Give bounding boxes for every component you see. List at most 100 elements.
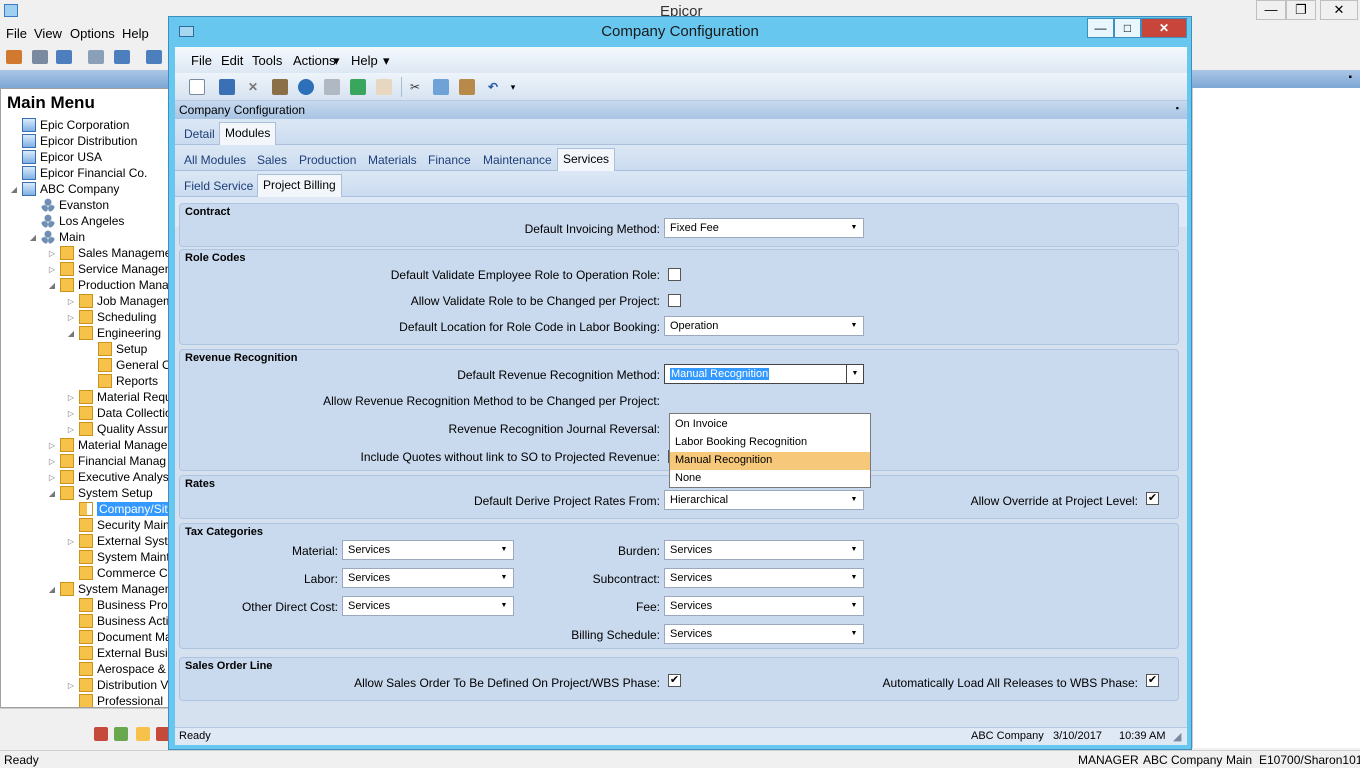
expand-arrow-icon[interactable]: ◢ — [66, 329, 76, 338]
expand-arrow-icon[interactable]: ▷ — [47, 473, 57, 482]
new-icon[interactable] — [189, 79, 205, 95]
chevron-down-icon[interactable]: ▼ — [846, 364, 864, 384]
expand-arrow-icon[interactable]: ▷ — [66, 297, 76, 306]
define-on-phase-checkbox[interactable]: ✔ — [668, 674, 681, 687]
window-icon[interactable] — [114, 50, 130, 64]
option-manual-recognition[interactable]: Manual Recognition — [670, 452, 870, 470]
pin-icon[interactable]: ▪ — [1348, 72, 1352, 83]
menu-edit[interactable]: Edit — [221, 53, 243, 68]
tax-material-select[interactable]: Services ▼ — [342, 540, 514, 560]
tax-fee-select[interactable]: Services ▼ — [664, 596, 864, 616]
expand-arrow-icon[interactable]: ▷ — [66, 393, 76, 402]
tree-item[interactable]: Epicor Financial Co. — [9, 165, 147, 181]
save-icon[interactable] — [219, 79, 235, 95]
pin-icon[interactable]: ▪ — [1176, 103, 1179, 113]
expand-arrow-icon[interactable]: ▷ — [66, 425, 76, 434]
tab-materials[interactable]: Materials — [363, 150, 422, 170]
allow-change-role-checkbox[interactable] — [668, 294, 681, 307]
tree-item[interactable]: ▷ Executive Analys — [47, 469, 169, 485]
tree-item[interactable]: ▷ Sales Manageme — [47, 245, 169, 261]
expand-arrow-icon[interactable]: ▷ — [47, 441, 57, 450]
tree-item[interactable]: ◢ Engineering — [66, 325, 161, 341]
tab-maintenance[interactable]: Maintenance — [478, 150, 557, 170]
folder-icon[interactable] — [136, 727, 150, 741]
paste-icon[interactable] — [459, 79, 475, 95]
expand-arrow-icon[interactable]: ◢ — [9, 185, 19, 194]
tab-field-service[interactable]: Field Service — [179, 176, 258, 196]
menu-file[interactable]: File — [191, 53, 212, 68]
tab-services[interactable]: Services — [557, 148, 616, 171]
expand-arrow-icon[interactable]: ▷ — [47, 457, 57, 466]
tab-detail[interactable]: Detail — [179, 124, 220, 144]
tree-item[interactable]: Los Angeles — [28, 213, 124, 229]
expand-arrow-icon[interactable]: ▷ — [66, 681, 76, 690]
tree-item[interactable]: Business Pro — [66, 597, 168, 613]
expand-arrow-icon[interactable]: ◢ — [47, 585, 57, 594]
tab-production[interactable]: Production — [294, 150, 361, 170]
tree-item[interactable]: ▷ External Syste — [66, 533, 169, 549]
chevron-down-icon[interactable]: ▼ — [495, 541, 513, 559]
maximize-icon[interactable]: □ — [1114, 18, 1141, 38]
shortcut-icon[interactable] — [94, 727, 108, 741]
copy-icon[interactable] — [433, 79, 449, 95]
expand-arrow-icon[interactable]: ◢ — [47, 489, 57, 498]
option-on-invoice[interactable]: On Invoice — [670, 416, 870, 434]
tree-item[interactable]: ▷ Service Managem — [47, 261, 169, 277]
card-icon[interactable] — [88, 50, 104, 64]
menu-tools[interactable]: Tools — [252, 53, 282, 68]
menu-actions[interactable]: Actions — [293, 53, 336, 68]
expand-arrow-icon[interactable]: ◢ — [28, 233, 38, 242]
tree-item[interactable]: Professional — [66, 693, 163, 707]
desktop-icon[interactable] — [146, 50, 162, 64]
chat-icon[interactable] — [298, 79, 314, 95]
tax-subcontract-select[interactable]: Services ▼ — [664, 568, 864, 588]
tree-item[interactable]: Epicor USA — [9, 149, 102, 165]
chevron-down-icon[interactable]: ▼ — [845, 491, 863, 509]
tax-odc-select[interactable]: Services ▼ — [342, 596, 514, 616]
cut-icon[interactable]: ✂ — [407, 79, 423, 95]
tax-billing-schedule-select[interactable]: Services ▼ — [664, 624, 864, 644]
tree-item[interactable]: External Busi — [66, 645, 168, 661]
tree-item[interactable]: Setup — [85, 341, 147, 357]
revenue-method-select[interactable]: Manual Recognition ▼ — [664, 364, 864, 384]
chevron-down-icon[interactable]: ▼ — [845, 541, 863, 559]
tree-item[interactable]: General O — [85, 357, 169, 373]
attachment-icon[interactable] — [324, 79, 340, 95]
role-location-select[interactable]: Operation ▼ — [664, 316, 864, 336]
tree-item[interactable]: Epicor Distribution — [9, 133, 137, 149]
home-icon[interactable] — [6, 50, 22, 64]
undo-icon[interactable]: ↶ — [485, 79, 501, 95]
derive-rates-select[interactable]: Hierarchical ▼ — [664, 490, 864, 510]
tree-item[interactable]: ▷ Distribution V — [66, 677, 168, 693]
expand-arrow-icon[interactable]: ▷ — [66, 537, 76, 546]
chevron-down-icon[interactable]: ▼ — [845, 569, 863, 587]
menu-view[interactable]: View — [34, 26, 62, 41]
refresh-icon[interactable] — [350, 79, 366, 95]
tree-item[interactable]: ▷ Scheduling — [66, 309, 156, 325]
validate-role-checkbox[interactable] — [668, 268, 681, 281]
allow-override-checkbox[interactable]: ✔ — [1146, 492, 1159, 505]
tree-item[interactable]: ▷ Material Manager — [47, 437, 169, 453]
tree-item[interactable]: ▷ Job Managem — [66, 293, 169, 309]
expand-arrow-icon[interactable]: ▷ — [66, 313, 76, 322]
tree-item[interactable]: ◢ Production Mana — [47, 277, 169, 293]
tree-item[interactable]: ▷ Data Collectio — [66, 405, 169, 421]
menu-options[interactable]: Options — [70, 26, 115, 41]
tab-project-billing[interactable]: Project Billing — [257, 174, 342, 197]
chevron-down-icon[interactable]: ▼ — [845, 597, 863, 615]
tree-item[interactable]: Commerce Co — [66, 565, 169, 581]
tax-burden-select[interactable]: Services ▼ — [664, 540, 864, 560]
option-none[interactable]: None — [670, 470, 870, 488]
favorites-icon[interactable] — [114, 727, 128, 741]
tree-item[interactable]: ▷ Quality Assur — [66, 421, 168, 437]
close-icon[interactable]: ✕ — [1320, 0, 1358, 20]
tree-item[interactable]: Security Main — [66, 517, 169, 533]
restore-icon[interactable]: ❐ — [1286, 0, 1316, 20]
chevron-down-icon[interactable]: ▼ — [495, 569, 513, 587]
tab-finance[interactable]: Finance — [423, 150, 476, 170]
option-labor-booking[interactable]: Labor Booking Recognition — [670, 434, 870, 452]
menu-file[interactable]: File — [6, 26, 27, 41]
tree-item[interactable]: Evanston — [28, 197, 109, 213]
tab-all-modules[interactable]: All Modules — [179, 150, 251, 170]
tree-item[interactable]: ▷ Financial Manag — [47, 453, 166, 469]
